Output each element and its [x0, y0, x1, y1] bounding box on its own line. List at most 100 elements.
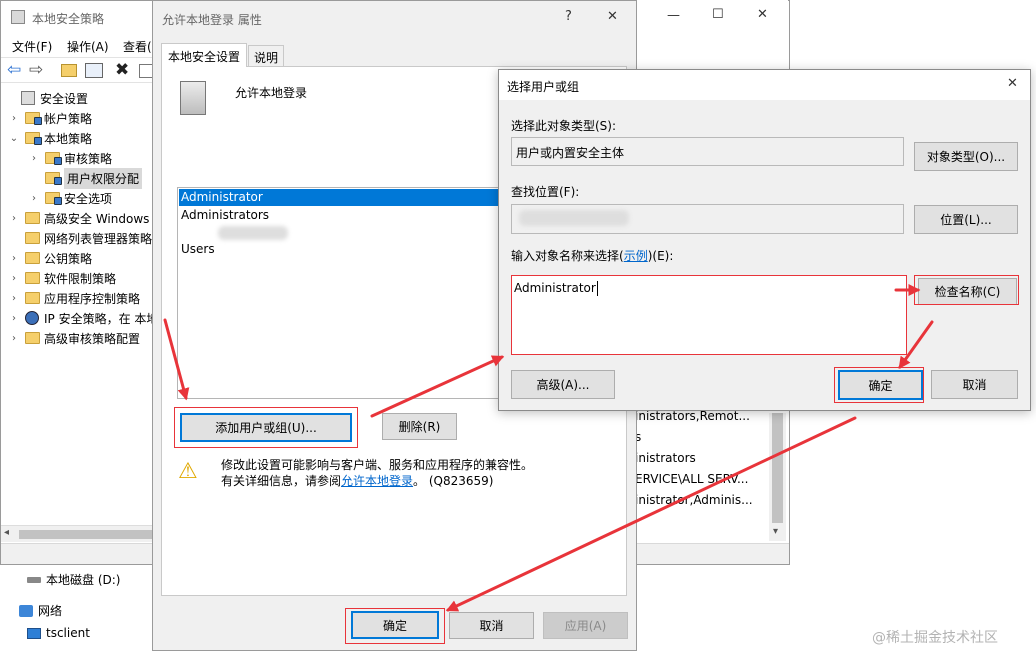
show-tree-icon[interactable]	[85, 63, 103, 78]
tree-item-security-options[interactable]: › 安全选项	[27, 188, 112, 208]
tree-item-ip-security[interactable]: › IP 安全策略，在 本地	[7, 308, 158, 328]
close-icon[interactable]: ✕	[757, 7, 768, 22]
tree-horizontal-scrollbar[interactable]: ◂	[1, 525, 161, 542]
principal-list[interactable]: Administrator Administrators Users	[177, 187, 502, 399]
tree-item-user-rights[interactable]: 用户权限分配	[27, 167, 143, 189]
folder-icon	[45, 192, 62, 205]
help-icon[interactable]: ?	[565, 9, 572, 24]
ok-button[interactable]: 确定	[351, 611, 439, 639]
menu-view[interactable]: 查看(	[123, 38, 152, 55]
drive-icon	[27, 576, 41, 583]
list-item[interactable]: inistrators	[635, 451, 696, 465]
expand-icon[interactable]: ›	[7, 293, 21, 304]
properties-icon[interactable]	[139, 64, 153, 78]
list-item-administrators[interactable]: Administrators	[181, 208, 269, 222]
expand-icon[interactable]: ›	[7, 113, 21, 124]
tree-item-audit-policy[interactable]: › 审核策略	[27, 148, 112, 168]
tree-item-label: 高级审核策略配置	[44, 331, 141, 346]
tree-item-network-list[interactable]: 网络列表管理器策略	[7, 228, 152, 248]
forward-icon[interactable]: ⇨	[29, 60, 43, 80]
redacted-location	[519, 210, 629, 226]
tree-item-label: 用户权限分配	[64, 167, 143, 189]
dialog-title: 选择用户或组	[507, 80, 580, 94]
folder-icon	[25, 112, 42, 125]
expand-icon[interactable]: ›	[7, 253, 21, 264]
apply-button[interactable]: 应用(A)	[543, 612, 628, 639]
list-item[interactable]: inistrator,Adminis...	[635, 493, 753, 507]
tree-item-local-policy[interactable]: ⌄ 本地策略	[7, 128, 92, 148]
object-names-value: Administrator	[514, 281, 596, 295]
object-type-field: 用户或内置安全主体	[511, 137, 904, 166]
redacted-entry	[218, 226, 288, 240]
add-user-or-group-button[interactable]: 添加用户或组(U)...	[180, 413, 352, 442]
tree-item-account-policy[interactable]: › 帐户策略	[7, 108, 92, 128]
close-icon[interactable]: ✕	[1007, 76, 1018, 91]
collapse-icon[interactable]: ⌄	[7, 133, 21, 144]
check-names-button[interactable]: 检查名称(C)	[918, 278, 1017, 305]
object-names-textarea[interactable]: Administrator	[511, 275, 907, 355]
expand-icon[interactable]: ›	[7, 333, 21, 344]
tree-item-label: 高级安全 Windows	[44, 211, 150, 226]
mmc-app-icon	[11, 10, 25, 24]
scroll-down-icon[interactable]: ▾	[773, 526, 778, 537]
right-vertical-scrollbar[interactable]: ▾	[769, 413, 786, 541]
ip-security-icon	[25, 311, 39, 325]
expand-icon[interactable]: ›	[7, 273, 21, 284]
list-item-administrator[interactable]: Administrator	[179, 189, 501, 206]
tree-item-public-key[interactable]: › 公钥策略	[7, 248, 92, 268]
tree-item-software-restriction[interactable]: › 软件限制策略	[7, 268, 116, 288]
location-label: 查找位置(F):	[511, 185, 580, 199]
scroll-left-icon[interactable]: ◂	[4, 527, 9, 538]
ok-button[interactable]: 确定	[838, 370, 923, 400]
warning-suffix: 。 (Q823659)	[413, 474, 494, 488]
explorer-item-tsclient[interactable]: tsclient	[27, 626, 90, 640]
explorer-nav: 本地磁盘 (D:) 网络 tsclient	[0, 566, 155, 653]
menu-file[interactable]: 文件(F)	[12, 38, 52, 55]
monitor-icon	[27, 627, 41, 639]
tree-item-app-control[interactable]: › 应用程序控制策略	[7, 288, 140, 308]
tree-item-label: IP 安全策略，在 本地	[44, 311, 159, 326]
list-item[interactable]: ERVICE\ALL SERV...	[635, 472, 748, 486]
policy-name: 允许本地登录	[235, 86, 308, 100]
tree-item-security-settings[interactable]: 安全设置	[7, 88, 88, 108]
minimize-icon[interactable]: —	[667, 8, 680, 23]
remove-button[interactable]: 删除(R)	[382, 413, 457, 440]
cancel-button[interactable]: 取消	[449, 612, 534, 639]
up-folder-icon[interactable]	[61, 64, 77, 77]
tab-explain[interactable]: 说明	[248, 45, 285, 66]
expand-icon[interactable]: ›	[27, 193, 41, 204]
back-icon[interactable]: ⇦	[7, 60, 21, 80]
cancel-button[interactable]: 取消	[931, 370, 1018, 399]
right-pane: inistrators,Remot... s inistrators ERVIC…	[631, 401, 771, 541]
folder-icon	[25, 232, 40, 244]
explorer-item-network[interactable]: 网络	[19, 602, 62, 619]
object-types-button[interactable]: 对象类型(O)...	[914, 142, 1018, 171]
tree-item-windows-firewall[interactable]: › 高级安全 Windows	[7, 208, 149, 228]
list-item[interactable]: inistrators,Remot...	[635, 409, 750, 423]
tab-local-security-setting[interactable]: 本地安全设置	[161, 43, 248, 67]
tree-item-advanced-audit[interactable]: › 高级审核策略配置	[7, 328, 140, 348]
scrollbar-thumb[interactable]	[19, 530, 154, 539]
delete-icon[interactable]: ✖	[115, 60, 129, 80]
tree-item-label: 帐户策略	[44, 111, 93, 126]
expand-icon[interactable]: ›	[7, 313, 21, 324]
expand-icon[interactable]: ›	[27, 153, 41, 164]
menu-action[interactable]: 操作(A)	[67, 38, 109, 55]
examples-link[interactable]: 示例	[624, 249, 648, 263]
scrollbar-thumb[interactable]	[772, 413, 783, 523]
warning-prefix: 有关详细信息，请参阅	[221, 474, 342, 488]
policy-tree: 安全设置 › 帐户策略 ⌄ 本地策略 › 审核策略 用户权限分配 › 安全选项	[1, 85, 161, 525]
enter-names-label: 输入对象名称来选择(示例)(E):	[511, 247, 673, 264]
close-icon[interactable]: ✕	[607, 9, 618, 24]
allow-logon-link[interactable]: 允许本地登录	[341, 474, 413, 488]
expand-icon[interactable]: ›	[7, 213, 21, 224]
explorer-item-label: 网络	[38, 604, 63, 618]
watermark: @稀土掘金技术社区	[872, 630, 998, 646]
explorer-item-d-drive[interactable]: 本地磁盘 (D:)	[27, 571, 120, 588]
list-item-users[interactable]: Users	[181, 242, 215, 256]
locations-button[interactable]: 位置(L)...	[914, 205, 1018, 234]
maximize-icon[interactable]: ☐	[712, 7, 724, 22]
dialog-title: 允许本地登录 属性	[162, 13, 262, 27]
tree-item-label: 安全设置	[40, 91, 89, 106]
advanced-button[interactable]: 高级(A)...	[511, 370, 615, 399]
